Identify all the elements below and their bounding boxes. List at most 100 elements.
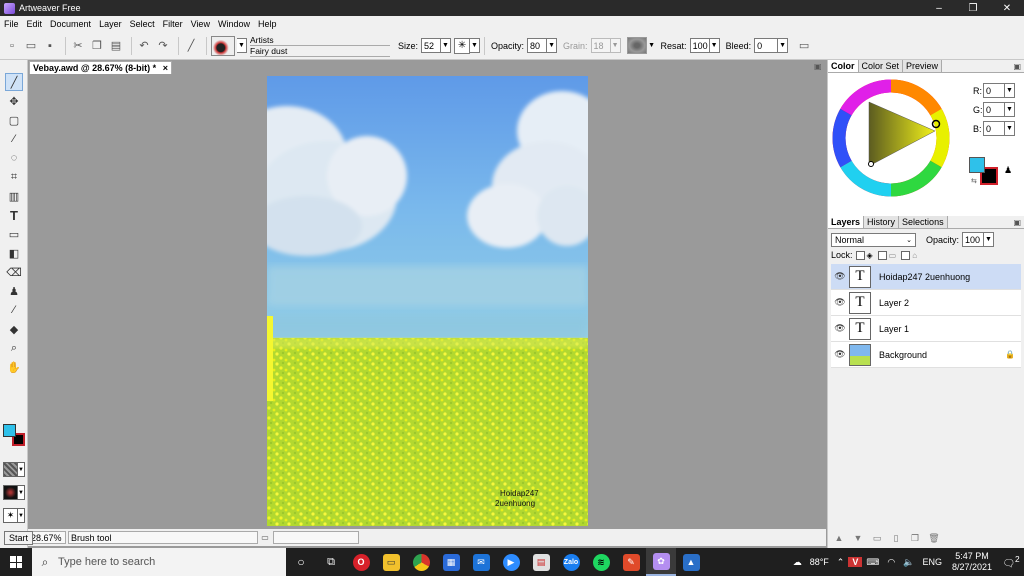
- drawing-canvas[interactable]: Hoidap247 2uenhuong: [267, 76, 588, 526]
- task-view-icon[interactable]: ⧉: [316, 548, 346, 576]
- layer-row-text-1[interactable]: 👁 T Hoidap247 2uenhuong: [831, 264, 1021, 290]
- wifi-icon[interactable]: ◠: [883, 557, 899, 568]
- visibility-eye-icon[interactable]: 👁: [833, 297, 847, 308]
- layers-panel-menu-icon[interactable]: ▣: [1013, 216, 1021, 228]
- brush-tip-swatch[interactable]: ✶: [3, 508, 18, 523]
- visibility-eye-icon[interactable]: 👁: [833, 323, 847, 334]
- color-panel-menu-icon[interactable]: ▣: [1013, 60, 1021, 72]
- document-menu-icon[interactable]: ▣: [814, 62, 824, 72]
- new-layer-icon[interactable]: ▯: [888, 533, 904, 544]
- start-button[interactable]: [0, 548, 32, 576]
- layer-group-icon[interactable]: ▭: [869, 533, 885, 544]
- layer-opacity-dropdown[interactable]: ▼: [984, 232, 995, 247]
- file-explorer-icon[interactable]: ▭: [376, 548, 406, 576]
- new-file-icon[interactable]: ▫: [4, 38, 20, 54]
- spotify-icon[interactable]: ≋: [586, 548, 616, 576]
- menu-edit[interactable]: Edit: [23, 19, 47, 29]
- tab-history[interactable]: History: [864, 216, 900, 228]
- foreground-color-swatch[interactable]: [3, 424, 16, 437]
- opacity-dropdown[interactable]: ▼: [547, 38, 558, 53]
- document-tab[interactable]: Vebay.awd @ 28.67% (8-bit) * ×: [29, 61, 172, 74]
- paste-icon[interactable]: ▤: [108, 38, 124, 54]
- menu-layer[interactable]: Layer: [95, 19, 126, 29]
- layer-row-layer-1[interactable]: 👁 T Layer 1: [831, 316, 1021, 342]
- cut-icon[interactable]: ✂: [70, 38, 86, 54]
- zoom-readout[interactable]: 28.67%: [28, 531, 66, 544]
- tab-layers[interactable]: Layers: [828, 216, 865, 228]
- weather-temperature[interactable]: 88°F: [806, 557, 833, 567]
- brush-dropdown-arrow[interactable]: ▼: [237, 38, 247, 53]
- tab-preview[interactable]: Preview: [903, 60, 943, 72]
- brush-preview[interactable]: [211, 35, 235, 56]
- brush-tool-icon[interactable]: ╱: [5, 73, 23, 91]
- paper-texture-swatch[interactable]: [626, 37, 647, 54]
- menu-document[interactable]: Document: [46, 19, 95, 29]
- hand-icon[interactable]: ✋: [5, 358, 23, 376]
- texture-dropdown[interactable]: ▼: [647, 38, 657, 53]
- menu-select[interactable]: Select: [126, 19, 159, 29]
- paint-app-icon[interactable]: ✎: [616, 548, 646, 576]
- brush-shape-dropdown[interactable]: ▼: [470, 38, 481, 53]
- gradient-icon[interactable]: ◧: [5, 244, 23, 262]
- pattern-dropdown[interactable]: ▼: [18, 462, 25, 477]
- tab-color[interactable]: Color: [828, 60, 859, 72]
- chrome-icon[interactable]: [406, 548, 436, 576]
- photos-icon[interactable]: ▲: [676, 548, 706, 576]
- size-input[interactable]: 52: [421, 38, 442, 53]
- tab-color-set[interactable]: Color Set: [858, 60, 904, 72]
- brush-tip-dropdown[interactable]: ▼: [18, 508, 25, 523]
- text-tool-icon[interactable]: T: [5, 206, 23, 224]
- gradient-dropdown[interactable]: ▼: [18, 485, 25, 500]
- resat-input[interactable]: 100: [689, 38, 710, 53]
- brush-icon[interactable]: ╱: [183, 38, 199, 54]
- delete-layer-icon[interactable]: 🗑: [926, 533, 942, 544]
- cortana-icon[interactable]: ○: [286, 548, 316, 576]
- eyedropper-icon[interactable]: ♟: [1004, 165, 1012, 176]
- size-dropdown[interactable]: ▼: [441, 38, 452, 53]
- color-wheel[interactable]: [831, 78, 961, 208]
- vpn-icon[interactable]: V: [848, 557, 863, 567]
- gradient-swatch[interactable]: [3, 485, 18, 500]
- weather-icon[interactable]: ☁: [789, 557, 806, 568]
- visibility-eye-icon[interactable]: 👁: [833, 349, 847, 360]
- copy-icon[interactable]: ❐: [89, 38, 105, 54]
- layer-opacity-input[interactable]: 100: [962, 232, 985, 247]
- language-indicator[interactable]: ENG: [918, 557, 946, 567]
- pattern-swatch[interactable]: [3, 462, 18, 477]
- zalo-icon[interactable]: Zalo: [556, 548, 586, 576]
- resat-dropdown[interactable]: ▼: [709, 38, 720, 53]
- close-document-icon[interactable]: ×: [163, 63, 168, 73]
- artweaver-taskbar-icon[interactable]: ✿: [646, 548, 676, 576]
- open-folder-icon[interactable]: ▭: [23, 38, 39, 54]
- duplicate-layer-icon[interactable]: ❐: [907, 533, 923, 544]
- brush-selector[interactable]: Artists Fairy dust: [250, 35, 390, 57]
- move-layer-up-icon[interactable]: ▲: [831, 533, 847, 544]
- palette-settings-icon[interactable]: ▭: [796, 38, 812, 54]
- grain-input[interactable]: 18: [590, 38, 611, 53]
- notifications-icon[interactable]: 🗨2: [998, 554, 1024, 569]
- layer-row-background[interactable]: 👁 Background 🔒: [831, 342, 1021, 368]
- taskbar-search-box[interactable]: ⌕ Type here to search: [32, 548, 286, 576]
- move-tool-icon[interactable]: ✥: [5, 92, 23, 110]
- undo-icon[interactable]: ↶: [136, 38, 152, 54]
- menu-file[interactable]: File: [0, 19, 23, 29]
- redo-icon[interactable]: ↷: [155, 38, 171, 54]
- minimize-button[interactable]: –: [922, 0, 956, 16]
- lock-pixels-checkbox[interactable]: [877, 250, 887, 260]
- rectangle-select-icon[interactable]: ▢: [5, 111, 23, 129]
- grain-dropdown[interactable]: ▼: [610, 38, 621, 53]
- menu-help[interactable]: Help: [254, 19, 281, 29]
- green-dropdown[interactable]: ▼: [1005, 102, 1015, 117]
- volume-icon[interactable]: 🔈: [899, 557, 918, 568]
- mail-icon[interactable]: ✉: [466, 548, 496, 576]
- crop-icon[interactable]: ⌗: [5, 168, 23, 186]
- lock-all-checkbox[interactable]: [901, 250, 911, 260]
- magic-wand-icon[interactable]: ⁄: [5, 130, 23, 148]
- menu-window[interactable]: Window: [214, 19, 254, 29]
- tab-selections[interactable]: Selections: [899, 216, 948, 228]
- bleed-dropdown[interactable]: ▼: [778, 38, 789, 53]
- lock-transparency-checkbox[interactable]: [855, 250, 865, 260]
- menu-view[interactable]: View: [187, 19, 214, 29]
- clone-stamp-icon[interactable]: ♟: [5, 282, 23, 300]
- green-input[interactable]: 0: [983, 102, 1005, 117]
